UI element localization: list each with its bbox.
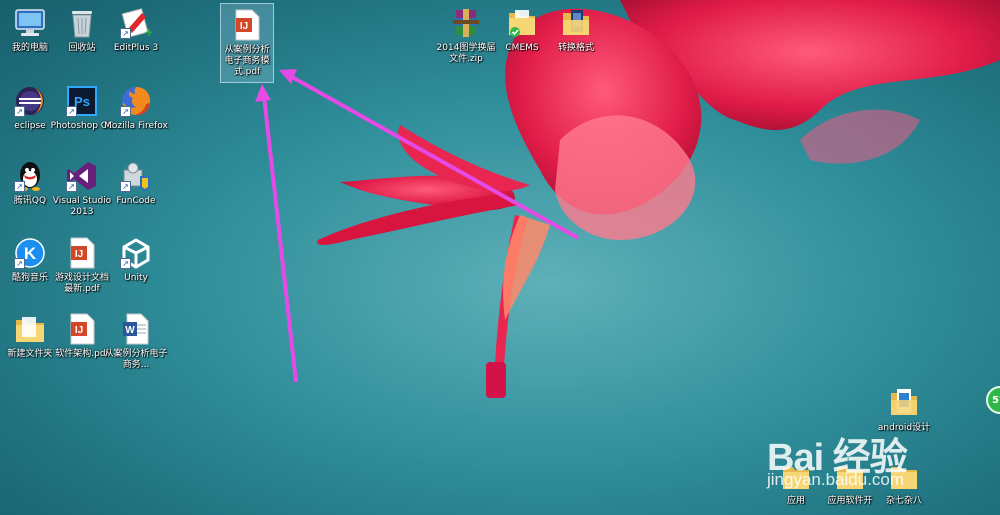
- desktop-icon-label: EditPlus 3: [113, 43, 159, 53]
- folder-icon: [13, 312, 47, 346]
- folder-icon: [833, 459, 867, 493]
- arrow-up: [262, 95, 298, 383]
- folder-icon: [887, 459, 921, 493]
- desktop-icon-case-analysis-doc[interactable]: W 从案例分析电子商务...: [104, 308, 168, 382]
- desktop-icon-recycle-bin[interactable]: 回收站: [52, 2, 112, 76]
- computer-icon: [13, 6, 47, 40]
- desktop-icon-photoshop[interactable]: Ps ↗ Photoshop CC: [51, 80, 113, 154]
- desktop-icon-software-architecture-pdf[interactable]: IJ 软件架构.pdf: [52, 308, 112, 382]
- svg-text:W: W: [125, 325, 135, 336]
- desktop-icon-label: 2014图学换届文件.zip: [436, 43, 496, 64]
- visual-studio-icon: ↗: [65, 159, 99, 193]
- shortcut-arrow-icon: ↗: [120, 181, 131, 192]
- shortcut-arrow-icon: ↗: [14, 258, 25, 269]
- shortcut-arrow-icon: ↗: [120, 106, 131, 117]
- qq-icon: ↗: [13, 159, 47, 193]
- desktop-icon-label: 转换格式: [557, 43, 594, 53]
- svg-text:+: +: [145, 24, 152, 39]
- svg-text:K: K: [24, 244, 37, 263]
- desktop-icon-funcode[interactable]: ↗ FunCode: [106, 155, 166, 229]
- shortcut-arrow-icon: ↗: [120, 28, 131, 39]
- desktop-icon-app-dev[interactable]: 应用软件开: [820, 455, 880, 515]
- svg-text:IJ: IJ: [240, 21, 248, 32]
- desktop-icon-cmems[interactable]: CMEMS: [492, 2, 552, 76]
- desktop-icon-game-design-pdf[interactable]: IJ 游戏设计文档 最新.pdf: [52, 232, 112, 306]
- kugou-icon: K ↗: [13, 236, 47, 270]
- desktop-icon-label: android设计: [877, 423, 931, 433]
- funcode-icon: ↗: [119, 159, 153, 193]
- arrow-up-head: [255, 84, 271, 102]
- desktop-icon-my-computer[interactable]: 我的电脑: [0, 2, 60, 76]
- recycle-bin-icon: [65, 6, 99, 40]
- pdf-icon: IJ: [65, 312, 99, 346]
- desktop-icon-misc[interactable]: 杂七杂八: [874, 455, 934, 515]
- folder-check-icon: [505, 6, 539, 40]
- shortcut-arrow-icon: ↗: [14, 106, 25, 117]
- word-doc-icon: W: [119, 312, 153, 346]
- desktop-icon-label: FunCode: [116, 196, 156, 206]
- svg-text:IJ: IJ: [75, 325, 83, 336]
- desktop-icon-visual-studio[interactable]: ↗ Visual Studio 2013: [52, 155, 112, 229]
- unity-icon: ↗: [119, 236, 153, 270]
- svg-text:IJ: IJ: [75, 249, 83, 260]
- shortcut-arrow-icon: ↗: [14, 181, 25, 192]
- pdf-icon: IJ: [65, 236, 99, 270]
- desktop-icon-label: 从案例分析电子商务模式.pdf: [224, 45, 270, 77]
- firefox-icon: ↗: [119, 84, 153, 118]
- winrar-archive-icon: [449, 6, 483, 40]
- notification-badge[interactable]: 57: [986, 386, 1000, 414]
- desktop-icon-apps[interactable]: 应用: [766, 455, 826, 515]
- shortcut-arrow-icon: ↗: [66, 106, 77, 117]
- desktop-icon-label: Unity: [124, 273, 148, 283]
- desktop-icon-eclipse[interactable]: ↗ eclipse: [0, 80, 60, 154]
- arrow-diagonal: [291, 75, 579, 240]
- pdf-icon: IJ: [230, 8, 264, 42]
- desktop-icon-label: 杂七杂八: [885, 496, 922, 506]
- desktop-icon-label: Mozilla Firefox: [104, 121, 168, 131]
- eclipse-icon: ↗: [13, 84, 47, 118]
- desktop-icon-unity[interactable]: ↗ Unity: [106, 232, 166, 306]
- desktop-icon-convert-format[interactable]: 转换格式: [546, 2, 606, 76]
- desktop-icon-firefox[interactable]: ↗ Mozilla Firefox: [104, 80, 168, 154]
- shortcut-arrow-icon: ↗: [66, 181, 77, 192]
- desktop-icon-android-design[interactable]: android设计: [874, 382, 934, 456]
- desktop-icon-zip-archive[interactable]: 2014图学换届文件.zip: [436, 2, 496, 76]
- shortcut-arrow-icon: ↗: [120, 258, 131, 269]
- editplus-icon: + ↗: [119, 6, 153, 40]
- arrow-diagonal-head: [279, 69, 297, 84]
- folder-icon: [559, 6, 593, 40]
- photoshop-icon: Ps ↗: [65, 84, 99, 118]
- folder-icon: [779, 459, 813, 493]
- desktop: 我的电脑 ↗ eclipse ↗ 腾讯QQ K ↗ 酷狗音乐 新建文件夹 回收站: [0, 0, 1000, 515]
- folder-icon: [887, 386, 921, 420]
- desktop-icon-case-analysis-pdf-selected[interactable]: IJ 从案例分析电子商务模式.pdf: [220, 3, 274, 83]
- desktop-icon-editplus[interactable]: + ↗ EditPlus 3: [106, 2, 166, 76]
- desktop-icon-label: 从案例分析电子商务...: [104, 349, 168, 370]
- desktop-icon-new-folder[interactable]: 新建文件夹: [0, 308, 60, 382]
